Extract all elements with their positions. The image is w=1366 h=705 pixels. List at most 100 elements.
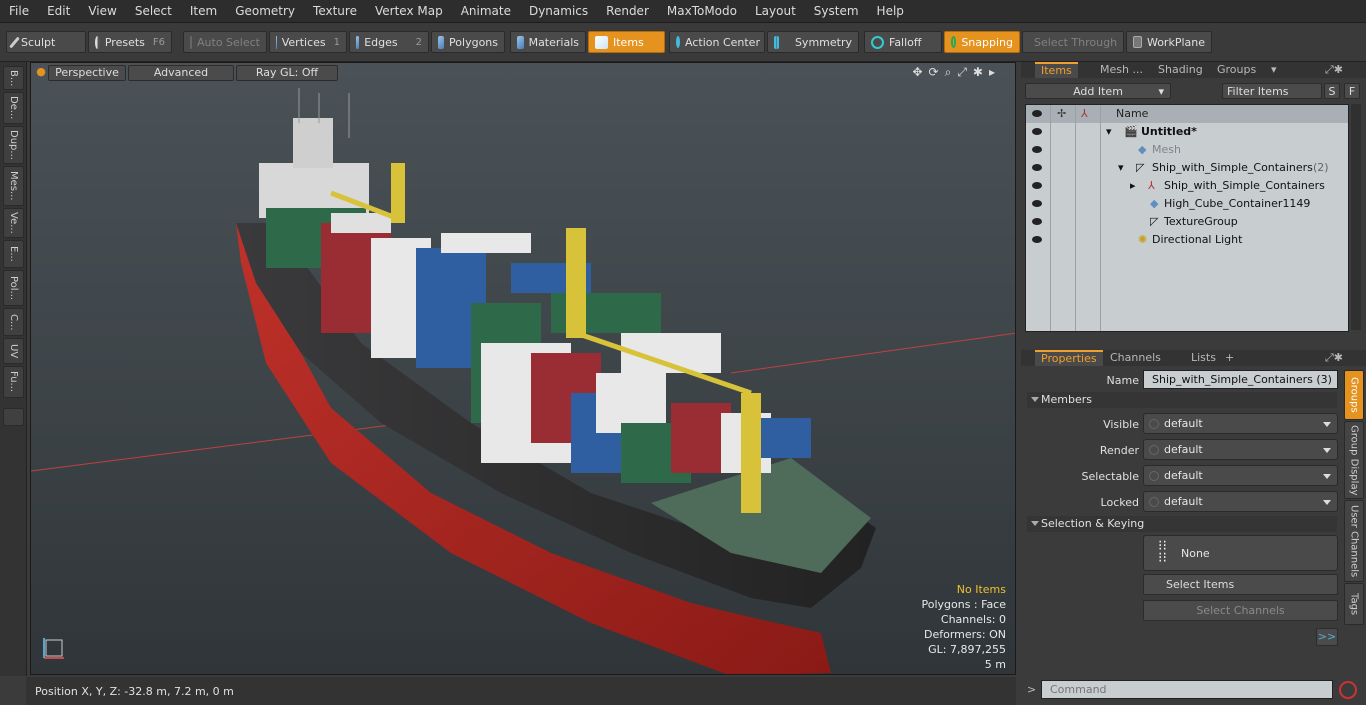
- keying-none-button[interactable]: ⁝⁝ ⁝⁝ None: [1143, 535, 1338, 571]
- expand-icon[interactable]: ▾: [1118, 159, 1124, 177]
- command-input[interactable]: [1041, 680, 1333, 699]
- symmetry-icon: [774, 35, 779, 49]
- name-field[interactable]: Ship_with_Simple_Containers (3): [1143, 370, 1338, 389]
- symmetry-button[interactable]: Symmetry: [767, 31, 859, 53]
- left-tab[interactable]: Pol...: [3, 270, 24, 306]
- list-item[interactable]: ◸ TextureGroup: [1026, 213, 1348, 231]
- mesh-icon: ◆: [1138, 143, 1147, 156]
- menu-layout[interactable]: Layout: [746, 0, 805, 22]
- left-tab[interactable]: De...: [3, 92, 24, 124]
- left-tab[interactable]: Mes...: [3, 166, 24, 206]
- falloff-button[interactable]: Falloff: [864, 31, 942, 53]
- menu-view[interactable]: View: [79, 0, 125, 22]
- vertices-button[interactable]: Vertices 1: [269, 31, 347, 53]
- select-items-button[interactable]: Select Items: [1143, 574, 1338, 595]
- tab-mesh[interactable]: Mesh ...: [1094, 62, 1149, 78]
- left-tab[interactable]: Dup...: [3, 126, 24, 164]
- panel-options-icon[interactable]: ⤢✱: [1319, 350, 1349, 366]
- tabs-dropdown-icon[interactable]: ▾: [1265, 62, 1283, 78]
- menu-texture[interactable]: Texture: [304, 0, 366, 22]
- properties-panel-tabs: Properties Channels Lists + ⤢✱: [1021, 350, 1366, 366]
- tab-lists[interactable]: Lists: [1185, 350, 1222, 366]
- expand-icon[interactable]: ▾: [1106, 123, 1112, 141]
- expand-icon[interactable]: ▸: [1130, 177, 1136, 195]
- tab-side-user-channels[interactable]: User Channels: [1344, 500, 1364, 582]
- menu-geometry[interactable]: Geometry: [226, 0, 304, 22]
- list-item[interactable]: ▸ ⅄ Ship_with_Simple_Containers: [1026, 177, 1348, 195]
- menu-system[interactable]: System: [805, 0, 868, 22]
- record-icon[interactable]: [1339, 681, 1357, 699]
- tab-channels[interactable]: Channels: [1104, 350, 1167, 366]
- menu-dynamics[interactable]: Dynamics: [520, 0, 597, 22]
- auto-select-button[interactable]: Auto Select: [183, 31, 267, 53]
- menu-help[interactable]: Help: [868, 0, 913, 22]
- render-label: Render: [1099, 444, 1139, 457]
- workplane-button[interactable]: WorkPlane: [1126, 31, 1212, 53]
- items-button[interactable]: Items: [588, 31, 665, 53]
- selectable-label: Selectable: [1081, 470, 1139, 483]
- tab-side-tags[interactable]: Tags: [1344, 583, 1364, 625]
- menu-edit[interactable]: Edit: [38, 0, 79, 22]
- snapping-button[interactable]: Snapping: [944, 31, 1020, 53]
- list-item[interactable]: ◆ High_Cube_Container1149: [1026, 195, 1348, 213]
- render-dropdown[interactable]: default: [1143, 439, 1338, 460]
- polygons-button[interactable]: Polygons: [431, 31, 505, 53]
- panel-options-icon[interactable]: ⤢✱: [1319, 62, 1349, 78]
- eye-icon[interactable]: [1032, 218, 1042, 225]
- add-item-button[interactable]: Add Item ▾: [1025, 83, 1171, 99]
- selection-keying-section[interactable]: Selection & Keying: [1027, 516, 1337, 532]
- materials-button[interactable]: Materials: [510, 31, 586, 53]
- menu-vertex-map[interactable]: Vertex Map: [366, 0, 452, 22]
- name-column-header[interactable]: Name: [1116, 105, 1148, 123]
- locked-dropdown[interactable]: default: [1143, 491, 1338, 512]
- left-tab[interactable]: B...: [3, 66, 24, 90]
- tab-side-groups[interactable]: Groups: [1344, 370, 1364, 420]
- left-tab[interactable]: E...: [3, 240, 24, 268]
- list-item[interactable]: ▾ 🎬 Untitled*: [1026, 123, 1348, 141]
- left-tab[interactable]: Ve...: [3, 208, 24, 238]
- visible-dropdown[interactable]: default: [1143, 413, 1338, 434]
- list-item[interactable]: ◆ Mesh: [1026, 141, 1348, 159]
- eye-icon[interactable]: [1032, 236, 1042, 243]
- left-strip-button[interactable]: [3, 408, 24, 426]
- eye-icon[interactable]: [1032, 164, 1042, 171]
- list-item[interactable]: ▾ ◸ Ship_with_Simple_Containers (2): [1026, 159, 1348, 177]
- add-tab-button[interactable]: +: [1219, 350, 1240, 366]
- filter-items-input[interactable]: Filter Items: [1222, 83, 1322, 99]
- menu-item[interactable]: Item: [181, 0, 226, 22]
- 3d-viewport[interactable]: ● Perspective Advanced Ray GL: Off ✥⟳⌕⤢✱…: [30, 62, 1016, 675]
- tab-shading[interactable]: Shading: [1152, 62, 1209, 78]
- tab-items[interactable]: Items: [1035, 62, 1078, 78]
- eye-icon[interactable]: [1032, 146, 1042, 153]
- presets-button[interactable]: Presets F6: [88, 31, 172, 53]
- s-button[interactable]: S: [1324, 83, 1340, 99]
- f-button[interactable]: F: [1344, 83, 1360, 99]
- members-section[interactable]: Members: [1027, 392, 1337, 408]
- items-icon: [595, 35, 608, 49]
- left-tab[interactable]: Fu...: [3, 366, 24, 398]
- eye-icon: [1032, 110, 1042, 117]
- select-through-button[interactable]: Select Through: [1022, 31, 1124, 53]
- eye-icon[interactable]: [1032, 182, 1042, 189]
- menu-select[interactable]: Select: [126, 0, 181, 22]
- left-tab[interactable]: UV: [3, 338, 24, 364]
- menu-animate[interactable]: Animate: [452, 0, 520, 22]
- selectable-dropdown[interactable]: default: [1143, 465, 1338, 486]
- tab-side-group-display[interactable]: Group Display: [1344, 421, 1364, 499]
- sculpt-button[interactable]: Sculpt: [6, 31, 86, 53]
- tab-properties[interactable]: Properties: [1035, 350, 1103, 366]
- eye-icon[interactable]: [1032, 200, 1042, 207]
- more-button[interactable]: >>: [1316, 628, 1338, 646]
- eye-icon[interactable]: [1032, 128, 1042, 135]
- list-item[interactable]: ✺ Directional Light: [1026, 231, 1348, 249]
- menu-file[interactable]: File: [0, 0, 38, 22]
- action-center-button[interactable]: Action Center: [669, 31, 765, 53]
- menu-maxtomodo[interactable]: MaxToModo: [658, 0, 746, 22]
- left-tab[interactable]: C...: [3, 308, 24, 336]
- edges-button[interactable]: Edges 2: [349, 31, 429, 53]
- group-icon: ◸: [1136, 161, 1145, 174]
- select-channels-button[interactable]: Select Channels: [1143, 600, 1338, 621]
- tab-groups[interactable]: Groups: [1211, 62, 1262, 78]
- item-list-scrollbar[interactable]: [1351, 104, 1361, 330]
- menu-render[interactable]: Render: [597, 0, 658, 22]
